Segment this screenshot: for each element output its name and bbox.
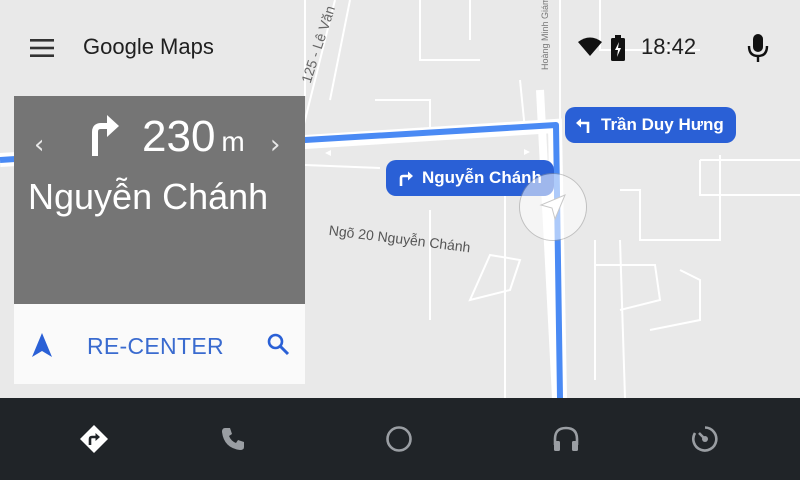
distance-unit: m [221,126,245,157]
previous-step-chevron-icon[interactable]: ‹ [34,130,44,160]
headphones-icon [553,426,579,451]
top-bar: Google Maps 18:42 [0,0,800,96]
phone-icon [222,428,244,450]
callout-label: Trần Duy Hưng [601,115,724,134]
battery-charging-icon [611,35,625,61]
app-title: Google Maps [83,34,214,59]
status-clock: 18:42 [641,34,697,59]
turn-left-icon [576,118,590,133]
home-tab[interactable] [384,422,414,456]
turn-right-icon [92,115,119,156]
next-step-chevron-icon[interactable]: › [270,130,280,160]
distance-to-turn: 230 m [142,112,245,162]
directions-icon [80,425,108,453]
next-street-name: Nguyễn Chánh [28,176,269,217]
overview-tab[interactable] [690,422,720,456]
wifi-icon [578,37,602,56]
navigation-tab[interactable] [79,422,109,456]
distance-value: 230 [142,112,216,161]
turn-right-icon [399,171,413,186]
home-circle-icon [386,426,412,452]
microphone-icon[interactable] [746,32,770,64]
current-location-puck [520,174,586,240]
music-tab[interactable] [551,422,581,456]
recenter-button[interactable]: RE-CENTER [87,333,224,360]
callout-tran-duy-hung: Trần Duy Hưng [565,107,736,143]
menu-icon[interactable] [28,36,58,60]
speedometer-icon [692,426,718,452]
bottom-navigation-bar [0,398,800,480]
navigation-arrow-icon[interactable] [31,332,53,358]
callout-label: Nguyễn Chánh [422,168,542,187]
location-arrow-icon [539,194,566,221]
search-icon[interactable] [266,332,290,356]
phone-tab[interactable] [218,422,248,456]
